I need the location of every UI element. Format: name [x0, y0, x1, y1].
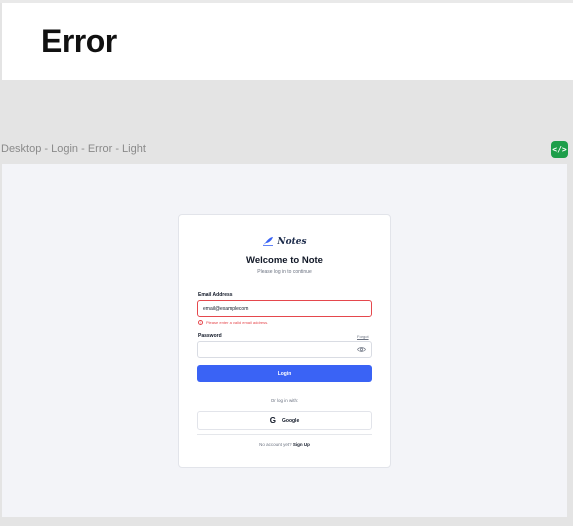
header-panel: Error — [2, 3, 573, 80]
login-button[interactable]: Login — [197, 365, 372, 382]
brand-name: Notes — [277, 237, 307, 247]
signup-link[interactable]: Sign Up — [293, 442, 310, 447]
welcome-heading: Welcome to Note — [246, 255, 323, 266]
eye-icon[interactable] — [357, 346, 366, 355]
login-card: Notes Welcome to Note Please log in to c… — [178, 214, 391, 468]
page-title: Error — [41, 23, 117, 59]
email-error-text: Please enter a valid email address. — [206, 320, 269, 325]
brand-logo: Notes — [179, 233, 390, 251]
email-error: ! Please enter a valid email address. — [198, 320, 268, 325]
code-button[interactable]: </> — [551, 141, 568, 158]
google-button-label: Google — [282, 417, 300, 424]
email-label: Email Address — [198, 292, 233, 298]
feather-logo-icon — [262, 233, 274, 251]
email-field[interactable]: email@examplecom — [197, 300, 372, 317]
or-login-with-text: Or log in with: — [270, 398, 299, 403]
email-value: email@examplecom — [203, 305, 249, 312]
code-icon: </> — [552, 145, 567, 154]
forgot-password-link[interactable]: Forgot — [357, 334, 369, 339]
divider — [197, 434, 372, 435]
frame-canvas: Notes Welcome to Note Please log in to c… — [2, 164, 567, 517]
error-circle-icon: ! — [198, 320, 203, 325]
google-icon: G — [269, 416, 276, 425]
password-field[interactable] — [197, 341, 372, 358]
password-label: Password — [198, 333, 222, 339]
google-login-button[interactable]: G Google — [197, 411, 372, 430]
signup-row: No account yet? Sign Up — [179, 442, 390, 447]
frame-label: Desktop - Login - Error - Light — [1, 143, 146, 155]
no-account-text: No account yet? — [259, 442, 292, 447]
welcome-subtitle: Please log in to continue — [257, 269, 312, 275]
